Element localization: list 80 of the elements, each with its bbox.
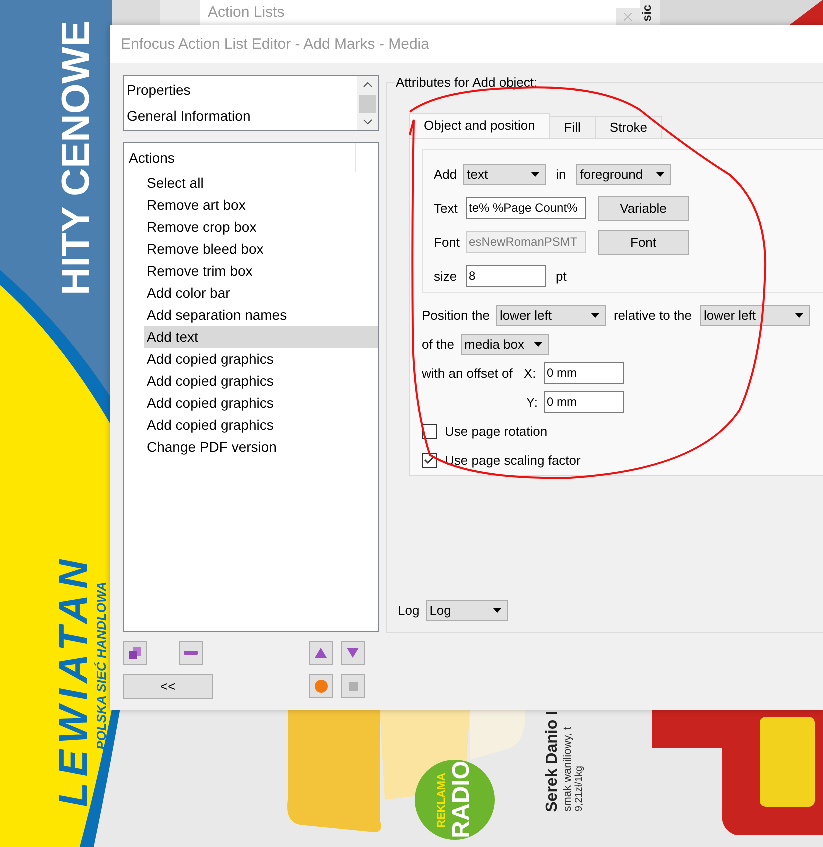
caret-icon [794, 312, 804, 318]
action-item[interactable]: Add copied graphics [144, 370, 378, 392]
action-item[interactable]: Change PDF version [144, 436, 378, 458]
action-item[interactable]: Remove art box [144, 194, 378, 216]
field-label: Add [434, 166, 458, 182]
unit-label: pt [556, 268, 567, 284]
edge-text: sic [641, 5, 653, 22]
move-up-button[interactable] [309, 641, 333, 665]
caret-icon [531, 172, 540, 176]
minus-icon [184, 650, 198, 656]
copy-icon [128, 646, 142, 660]
field-label: of the [422, 336, 455, 352]
unit-price: 9,21zł/1kg [575, 766, 585, 812]
group-label: Attributes for Add object: [395, 75, 539, 90]
action-item[interactable]: Remove trim box [144, 260, 378, 282]
action-item[interactable]: Select all [144, 172, 378, 194]
up-triangle-icon [315, 648, 327, 658]
field-label: Text [434, 200, 459, 216]
badge-text: RADIO [450, 761, 474, 839]
field-label: size [434, 268, 458, 284]
brand-logo: LEWIATAN [54, 554, 94, 807]
field-label: X: [524, 366, 538, 380]
close-icon [624, 12, 632, 20]
move-down-button[interactable] [341, 641, 365, 665]
field-label: with an offset of [422, 366, 514, 380]
section-item[interactable]: General Information [127, 105, 357, 127]
caret-icon [656, 172, 666, 176]
product-description: smak waniliowy, t [563, 727, 574, 812]
field-label: Position the [422, 308, 490, 322]
caret-icon [534, 342, 543, 346]
action-item[interactable]: Add copied graphics [144, 414, 378, 436]
reference-dropdown[interactable]: lower left [700, 304, 810, 326]
collapse-button[interactable]: << [123, 674, 213, 698]
action-item[interactable]: Remove bleed box [144, 238, 378, 260]
record-icon [314, 680, 328, 692]
badge-text: REKLAMA [436, 772, 448, 828]
font-button[interactable]: Font [598, 230, 690, 254]
action-item[interactable]: Add copied graphics [144, 392, 378, 414]
action-item[interactable]: Add color bar [144, 282, 378, 304]
product-name: Serek Danio I [545, 710, 561, 812]
checkbox[interactable] [422, 452, 437, 468]
action-item[interactable]: Add text [144, 326, 378, 348]
field-label: Y: [525, 394, 538, 410]
offset-y-field[interactable]: 0 mm [544, 391, 624, 413]
text-field[interactable]: te% %Page Count% [466, 197, 586, 219]
duplicate-button[interactable] [123, 641, 147, 665]
action-item[interactable]: Add copied graphics [144, 348, 378, 370]
scroll-up-icon [362, 82, 372, 88]
caret-icon [492, 608, 502, 613]
check-icon [424, 456, 435, 464]
caret-icon [590, 312, 600, 318]
remove-button[interactable] [179, 641, 203, 665]
tab[interactable]: Stroke [594, 116, 662, 138]
size-field[interactable]: 8 [466, 265, 546, 287]
variable-button[interactable]: Variable [598, 196, 689, 220]
box-dropdown[interactable]: media box [460, 334, 549, 354]
action-item[interactable]: Add separation names [144, 304, 378, 326]
field-label: relative to the [614, 308, 692, 322]
object-type-dropdown[interactable]: text [463, 164, 546, 184]
record-button[interactable] [309, 674, 333, 698]
field-label: Font [434, 234, 460, 250]
offset-x-field[interactable]: 0 mm [544, 362, 624, 384]
brand-tagline: POLSKA SIEĆ HANDLOWA [95, 582, 108, 750]
column-header: Actions [128, 150, 175, 166]
window-title: Enfocus Action List Editor - Add Marks - Media [121, 36, 430, 52]
headline: HITY CENOWE [57, 20, 96, 295]
scroll-down-icon [362, 119, 372, 125]
action-item[interactable]: Remove crop box [144, 216, 378, 238]
scrollbar[interactable] [357, 76, 378, 130]
window-title: Action Lists [208, 4, 285, 21]
checkbox-label: Use page rotation [445, 424, 548, 438]
log-dropdown[interactable]: Log [426, 600, 508, 621]
down-triangle-icon [347, 648, 359, 658]
field-label: in [556, 166, 566, 182]
layer-dropdown[interactable]: foreground [576, 164, 672, 184]
tab[interactable]: Object and position [409, 113, 550, 138]
section-item[interactable]: Properties [127, 79, 357, 101]
field-label: Log [398, 603, 420, 618]
anchor-dropdown[interactable]: lower left [496, 304, 606, 326]
stop-icon [348, 682, 358, 690]
